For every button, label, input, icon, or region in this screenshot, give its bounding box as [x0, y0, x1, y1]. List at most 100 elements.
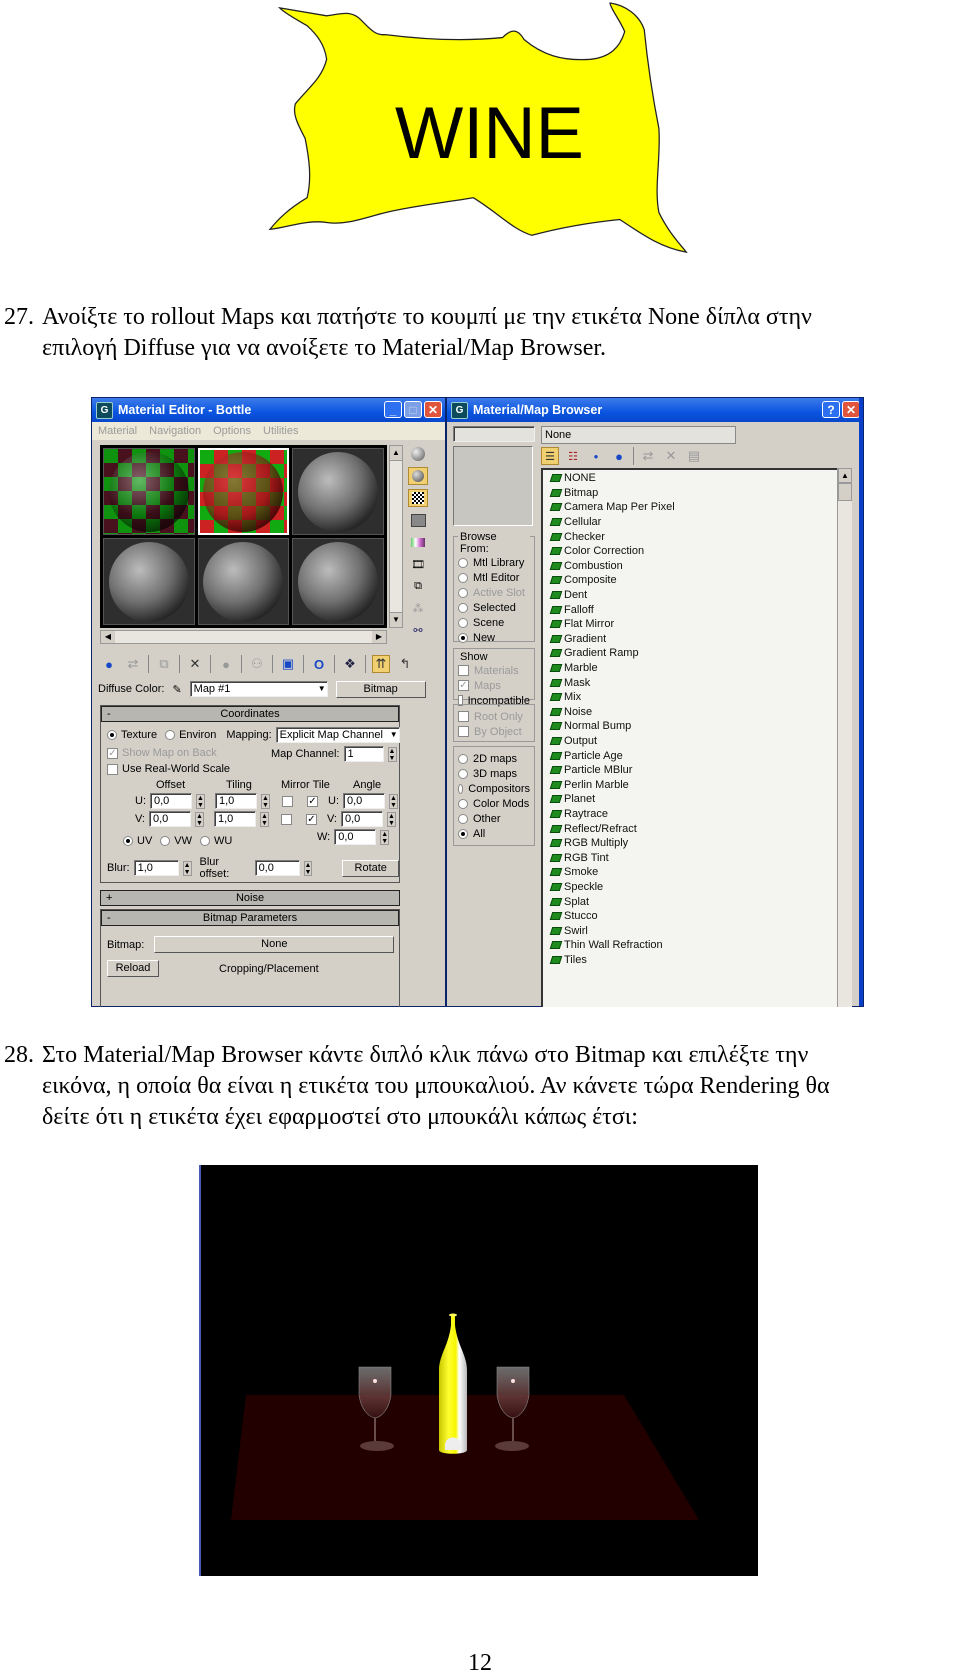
tiling-u-spinner[interactable]: ▲ ▼: [261, 793, 270, 809]
map-type-item[interactable]: Dent: [549, 588, 837, 603]
map-type-item[interactable]: Reflect/Refract: [549, 821, 837, 836]
map-channel-field[interactable]: 1: [343, 746, 384, 762]
minimize-button[interactable]: _: [384, 401, 402, 418]
mirror-v-checkbox[interactable]: [281, 813, 292, 825]
show-maps-checkbox[interactable]: ✓: [458, 680, 469, 691]
pick-material-eyedropper-icon[interactable]: ✎: [172, 683, 181, 696]
uv-radio[interactable]: [123, 836, 133, 846]
reload-button[interactable]: Reload: [107, 960, 159, 977]
browse-scene-radio[interactable]: [458, 617, 468, 628]
map-type-button[interactable]: Bitmap: [335, 680, 426, 698]
rotate-button[interactable]: Rotate: [342, 859, 400, 877]
mirror-u-checkbox[interactable]: [282, 795, 293, 807]
root-only-checkbox[interactable]: [458, 711, 469, 722]
reset-map-icon[interactable]: ✕: [186, 655, 204, 673]
angle-u-field[interactable]: 0,0: [343, 793, 385, 809]
scroll-up-arrow-icon[interactable]: ▲: [838, 468, 852, 483]
show-map-on-back-checkbox[interactable]: ✓: [107, 747, 118, 759]
map-type-item[interactable]: Swirl: [549, 923, 837, 938]
browser-search-field[interactable]: [453, 426, 535, 442]
use-real-world-scale-checkbox[interactable]: [107, 763, 118, 775]
update-scene-materials-icon[interactable]: ⇄: [639, 447, 657, 465]
view-list-icon[interactable]: ☰: [541, 447, 559, 465]
delete-from-library-icon[interactable]: ✕: [662, 447, 680, 465]
offset-v-field[interactable]: 0,0: [149, 811, 191, 827]
view-list-icons-icon[interactable]: ☷: [564, 447, 582, 465]
map-type-item[interactable]: Splat: [549, 894, 837, 909]
menu-utilities[interactable]: Utilities: [263, 425, 298, 437]
menu-options[interactable]: Options: [213, 425, 251, 437]
map-type-item[interactable]: Perlin Marble: [549, 777, 837, 792]
make-preview-icon[interactable]: 🎞: [408, 555, 428, 573]
map-type-item[interactable]: Gradient: [549, 632, 837, 647]
map-list-scrollbar[interactable]: ▲: [837, 468, 852, 1007]
noise-rollout-header[interactable]: + Noise: [100, 890, 400, 906]
map-type-item[interactable]: Normal Bump: [549, 719, 837, 734]
map-type-item[interactable]: Cellular: [549, 515, 837, 530]
offset-v-spinner[interactable]: ▲ ▼: [195, 811, 204, 827]
angle-v-field[interactable]: 0,0: [341, 811, 383, 827]
map-channel-spinner[interactable]: ▲ ▼: [387, 746, 397, 762]
map-type-item[interactable]: Bitmap: [549, 486, 837, 501]
map-type-item[interactable]: Speckle: [549, 880, 837, 895]
tile-v-checkbox[interactable]: ✓: [306, 813, 317, 825]
map-type-item[interactable]: Particle Age: [549, 748, 837, 763]
clear-palette-icon[interactable]: ▤: [685, 447, 703, 465]
map-type-item[interactable]: Falloff: [549, 602, 837, 617]
tiling-v-spinner[interactable]: ▲ ▼: [260, 811, 269, 827]
category-compositors-radio[interactable]: [458, 783, 464, 794]
map-type-item[interactable]: Combustion: [549, 559, 837, 574]
make-unique-icon[interactable]: ●: [217, 655, 235, 673]
category-3d-maps-radio[interactable]: [458, 768, 468, 779]
map-name-field[interactable]: Map #1 ▼: [189, 681, 328, 697]
go-forward-to-sibling-icon[interactable]: ↰: [396, 655, 414, 673]
map-type-item[interactable]: Planet: [549, 792, 837, 807]
video-color-check-icon[interactable]: [408, 533, 428, 551]
map-type-item[interactable]: Checker: [549, 529, 837, 544]
sample-slot[interactable]: [292, 448, 384, 535]
help-button[interactable]: ?: [822, 401, 840, 418]
angle-w-spinner[interactable]: ▲ ▼: [380, 829, 390, 845]
maximize-button[interactable]: □: [404, 401, 422, 418]
vw-radio[interactable]: [160, 836, 171, 846]
wu-radio[interactable]: [200, 836, 211, 846]
view-small-icons-icon[interactable]: ●: [587, 447, 605, 465]
sample-uv-tiling-icon[interactable]: [408, 511, 428, 529]
material-map-navigator-icon[interactable]: ⚯: [408, 621, 428, 639]
map-type-item[interactable]: Gradient Ramp: [549, 646, 837, 661]
map-type-item[interactable]: RGB Multiply: [549, 836, 837, 851]
sample-slot[interactable]: [103, 538, 195, 625]
tile-u-checkbox[interactable]: ✓: [307, 795, 318, 807]
sample-slot[interactable]: [292, 538, 384, 625]
category-all-radio[interactable]: [458, 828, 468, 839]
environ-radio[interactable]: [165, 730, 176, 740]
map-type-item[interactable]: Flat Mirror: [549, 617, 837, 632]
get-material-icon[interactable]: ●: [100, 655, 118, 673]
map-type-item[interactable]: RGB Tint: [549, 850, 837, 865]
angle-u-spinner[interactable]: ▲ ▼: [389, 793, 398, 809]
close-button[interactable]: ✕: [842, 401, 860, 418]
by-object-checkbox[interactable]: [458, 726, 469, 737]
put-to-scene-icon[interactable]: ⇄: [124, 655, 142, 673]
coordinates-rollout-header[interactable]: - Coordinates: [101, 706, 399, 722]
menu-navigation[interactable]: Navigation: [149, 425, 201, 437]
category-color-mods-radio[interactable]: [458, 798, 468, 809]
sample-slot-active[interactable]: [197, 448, 290, 535]
scroll-thumb[interactable]: [838, 483, 852, 501]
sample-slot[interactable]: [197, 538, 290, 625]
map-type-item[interactable]: Smoke: [549, 865, 837, 880]
scroll-down-arrow-icon[interactable]: ▼: [390, 612, 402, 627]
map-type-item[interactable]: Noise: [549, 705, 837, 720]
map-type-item[interactable]: Mask: [549, 675, 837, 690]
show-materials-checkbox[interactable]: [458, 665, 469, 676]
browse-active-slot-radio[interactable]: [458, 587, 468, 598]
sample-type-sphere-icon[interactable]: [408, 445, 428, 463]
background-checker-icon[interactable]: [408, 489, 428, 507]
texture-radio[interactable]: [107, 730, 117, 740]
map-type-item[interactable]: Raytrace: [549, 807, 837, 822]
scroll-right-arrow-icon[interactable]: ▶: [372, 631, 386, 643]
map-type-item[interactable]: Output: [549, 734, 837, 749]
slots-vertical-scrollbar[interactable]: ▲ ▼: [389, 445, 403, 628]
blur-field[interactable]: 1,0: [133, 860, 179, 876]
scroll-left-arrow-icon[interactable]: ◀: [101, 631, 115, 643]
